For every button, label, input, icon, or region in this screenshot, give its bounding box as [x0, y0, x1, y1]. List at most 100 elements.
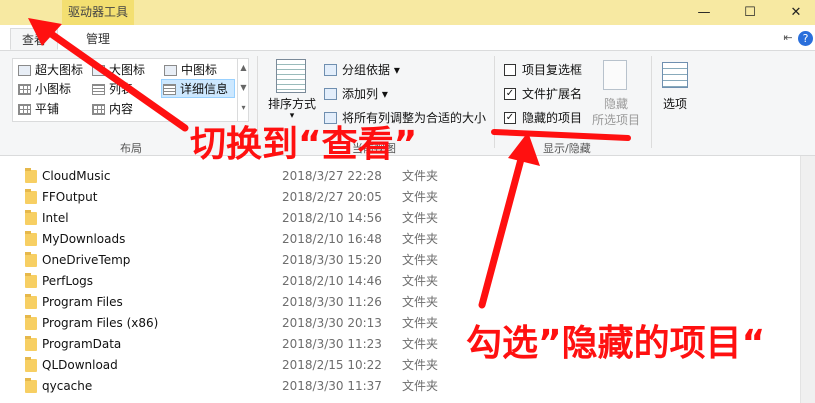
file-type: 文件夹 — [402, 232, 439, 246]
folder-icon — [25, 336, 37, 351]
layout-tiles[interactable]: 平铺 — [17, 100, 59, 119]
sort-by-button[interactable]: 排序方式 — [264, 95, 320, 112]
file-name: PerfLogs — [42, 274, 94, 288]
folder-icon — [25, 231, 37, 246]
layout-gallery: 超大图标 大图标 中图标 小图标 列表 详细信息 平铺 内容 — [12, 58, 249, 122]
options-button[interactable]: 选项 — [655, 95, 695, 112]
file-date: 2018/3/30 15:20 — [282, 253, 382, 267]
details-icon — [163, 84, 176, 95]
file-extensions-checkbox[interactable]: ✓ — [504, 88, 516, 100]
list-icon — [92, 84, 105, 95]
group-divider — [651, 56, 652, 148]
group-by-icon — [324, 64, 337, 76]
file-type: 文件夹 — [402, 274, 439, 288]
folder-icon — [25, 294, 37, 309]
large-icons-icon — [92, 65, 105, 76]
folder-icon — [25, 252, 37, 267]
file-row[interactable]: qycache 2018/3/30 11:37 文件夹 — [0, 376, 800, 397]
folder-icon — [25, 189, 37, 204]
file-type: 文件夹 — [402, 379, 439, 393]
file-row[interactable]: MyDownloads 2018/2/10 16:48 文件夹 — [0, 229, 800, 250]
file-row[interactable]: Intel 2018/2/10 14:56 文件夹 — [0, 208, 800, 229]
file-row[interactable]: CloudMusic 2018/3/27 22:28 文件夹 — [0, 166, 800, 187]
folder-icon — [25, 357, 37, 372]
layout-list[interactable]: 列表 — [91, 80, 133, 99]
options-icon[interactable] — [662, 62, 688, 88]
tab-view[interactable]: 查看 — [10, 28, 58, 50]
help-icon[interactable]: ? — [798, 31, 813, 46]
file-date: 2018/3/30 20:13 — [282, 316, 382, 330]
file-name: Intel — [42, 211, 69, 225]
hide-selected-icon[interactable] — [603, 60, 627, 90]
small-icons-icon — [18, 84, 31, 95]
sort-by-icon[interactable] — [276, 59, 306, 93]
file-row[interactable]: FFOutput 2018/2/27 20:05 文件夹 — [0, 187, 800, 208]
layout-group-label: 布局 — [120, 142, 142, 155]
medium-icons-icon — [164, 65, 177, 76]
file-type: 文件夹 — [402, 169, 439, 183]
tiles-icon — [18, 104, 31, 115]
file-type: 文件夹 — [402, 316, 439, 330]
annotation-switch-to-view: 切换到“查看” — [190, 124, 418, 165]
minimize-button[interactable]: — — [681, 0, 727, 25]
layout-small-icons[interactable]: 小图标 — [17, 80, 71, 99]
hide-selected-label-2[interactable]: 所选项目 — [588, 111, 644, 128]
item-checkboxes-checkbox[interactable] — [504, 64, 516, 76]
sort-by-dropdown-icon[interactable]: ▾ — [284, 111, 300, 121]
vertical-scrollbar[interactable] — [800, 156, 815, 403]
annotation-check-hidden-items: 勾选”隐藏的项目“ — [466, 323, 766, 364]
group-by-button[interactable]: 分组依据 ▾ — [322, 60, 400, 80]
hidden-items-checkbox[interactable]: ✓ — [504, 112, 516, 124]
folder-icon — [25, 168, 37, 183]
folder-icon — [25, 210, 37, 225]
tab-manage[interactable]: 管理 — [72, 28, 124, 50]
layout-content[interactable]: 内容 — [91, 100, 133, 119]
file-type: 文件夹 — [402, 211, 439, 225]
file-row[interactable]: OneDriveTemp 2018/3/30 15:20 文件夹 — [0, 250, 800, 271]
file-name: ProgramData — [42, 337, 122, 351]
file-date: 2018/2/15 10:22 — [282, 358, 382, 372]
file-type: 文件夹 — [402, 337, 439, 351]
file-name: qycache — [42, 379, 93, 393]
show-hide-group-label: 显示/隐藏 — [543, 142, 591, 155]
fit-columns-icon — [324, 112, 337, 124]
file-name: FFOutput — [42, 190, 98, 204]
hide-selected-label-1[interactable]: 隐藏 — [588, 95, 644, 112]
layout-large-icons[interactable]: 大图标 — [91, 61, 145, 80]
file-date: 2018/2/27 20:05 — [282, 190, 382, 204]
hidden-items-toggle[interactable]: ✓ 隐藏的项目 — [502, 108, 582, 128]
file-row[interactable]: Program Files 2018/3/30 11:26 文件夹 — [0, 292, 800, 313]
add-column-button[interactable]: 添加列 ▾ — [322, 84, 388, 104]
layout-medium-icons[interactable]: 中图标 — [163, 61, 217, 80]
file-name: Program Files (x86) — [42, 316, 159, 330]
file-type: 文件夹 — [402, 295, 439, 309]
file-name: MyDownloads — [42, 232, 126, 246]
file-name: QLDownload — [42, 358, 118, 372]
folder-icon — [25, 273, 37, 288]
close-button[interactable]: ✕ — [773, 0, 815, 25]
file-date: 2018/3/30 11:23 — [282, 337, 382, 351]
file-date: 2018/2/10 16:48 — [282, 232, 382, 246]
layout-extra-large-icons[interactable]: 超大图标 — [17, 61, 83, 80]
folder-icon — [25, 378, 37, 393]
file-date: 2018/3/30 11:37 — [282, 379, 382, 393]
add-column-icon — [324, 88, 337, 100]
maximize-button[interactable]: ☐ — [727, 0, 773, 25]
file-date: 2018/2/10 14:56 — [282, 211, 382, 225]
file-name: OneDriveTemp — [42, 253, 131, 267]
pin-ribbon-icon[interactable]: ⇤ — [780, 29, 796, 47]
ribbon-tab-row: 查看 管理 ⇤ ? — [0, 25, 815, 51]
file-type: 文件夹 — [402, 253, 439, 267]
file-type: 文件夹 — [402, 358, 439, 372]
title-bar: 驱动器工具 — ☐ ✕ — [0, 0, 815, 25]
extra-large-icons-icon — [18, 65, 31, 76]
layout-gallery-scroll[interactable]: ▲ ▼ ▾ — [237, 58, 249, 122]
layout-details[interactable]: 详细信息 — [161, 79, 235, 98]
file-name: Program Files — [42, 295, 123, 309]
drive-tools-context-tab[interactable]: 驱动器工具 — [62, 0, 134, 25]
file-extensions-toggle[interactable]: ✓ 文件扩展名 — [502, 84, 582, 104]
group-divider — [494, 56, 495, 148]
file-row[interactable]: PerfLogs 2018/2/10 14:46 文件夹 — [0, 271, 800, 292]
file-date: 2018/3/27 22:28 — [282, 169, 382, 183]
item-checkboxes-toggle[interactable]: 项目复选框 — [502, 60, 582, 80]
